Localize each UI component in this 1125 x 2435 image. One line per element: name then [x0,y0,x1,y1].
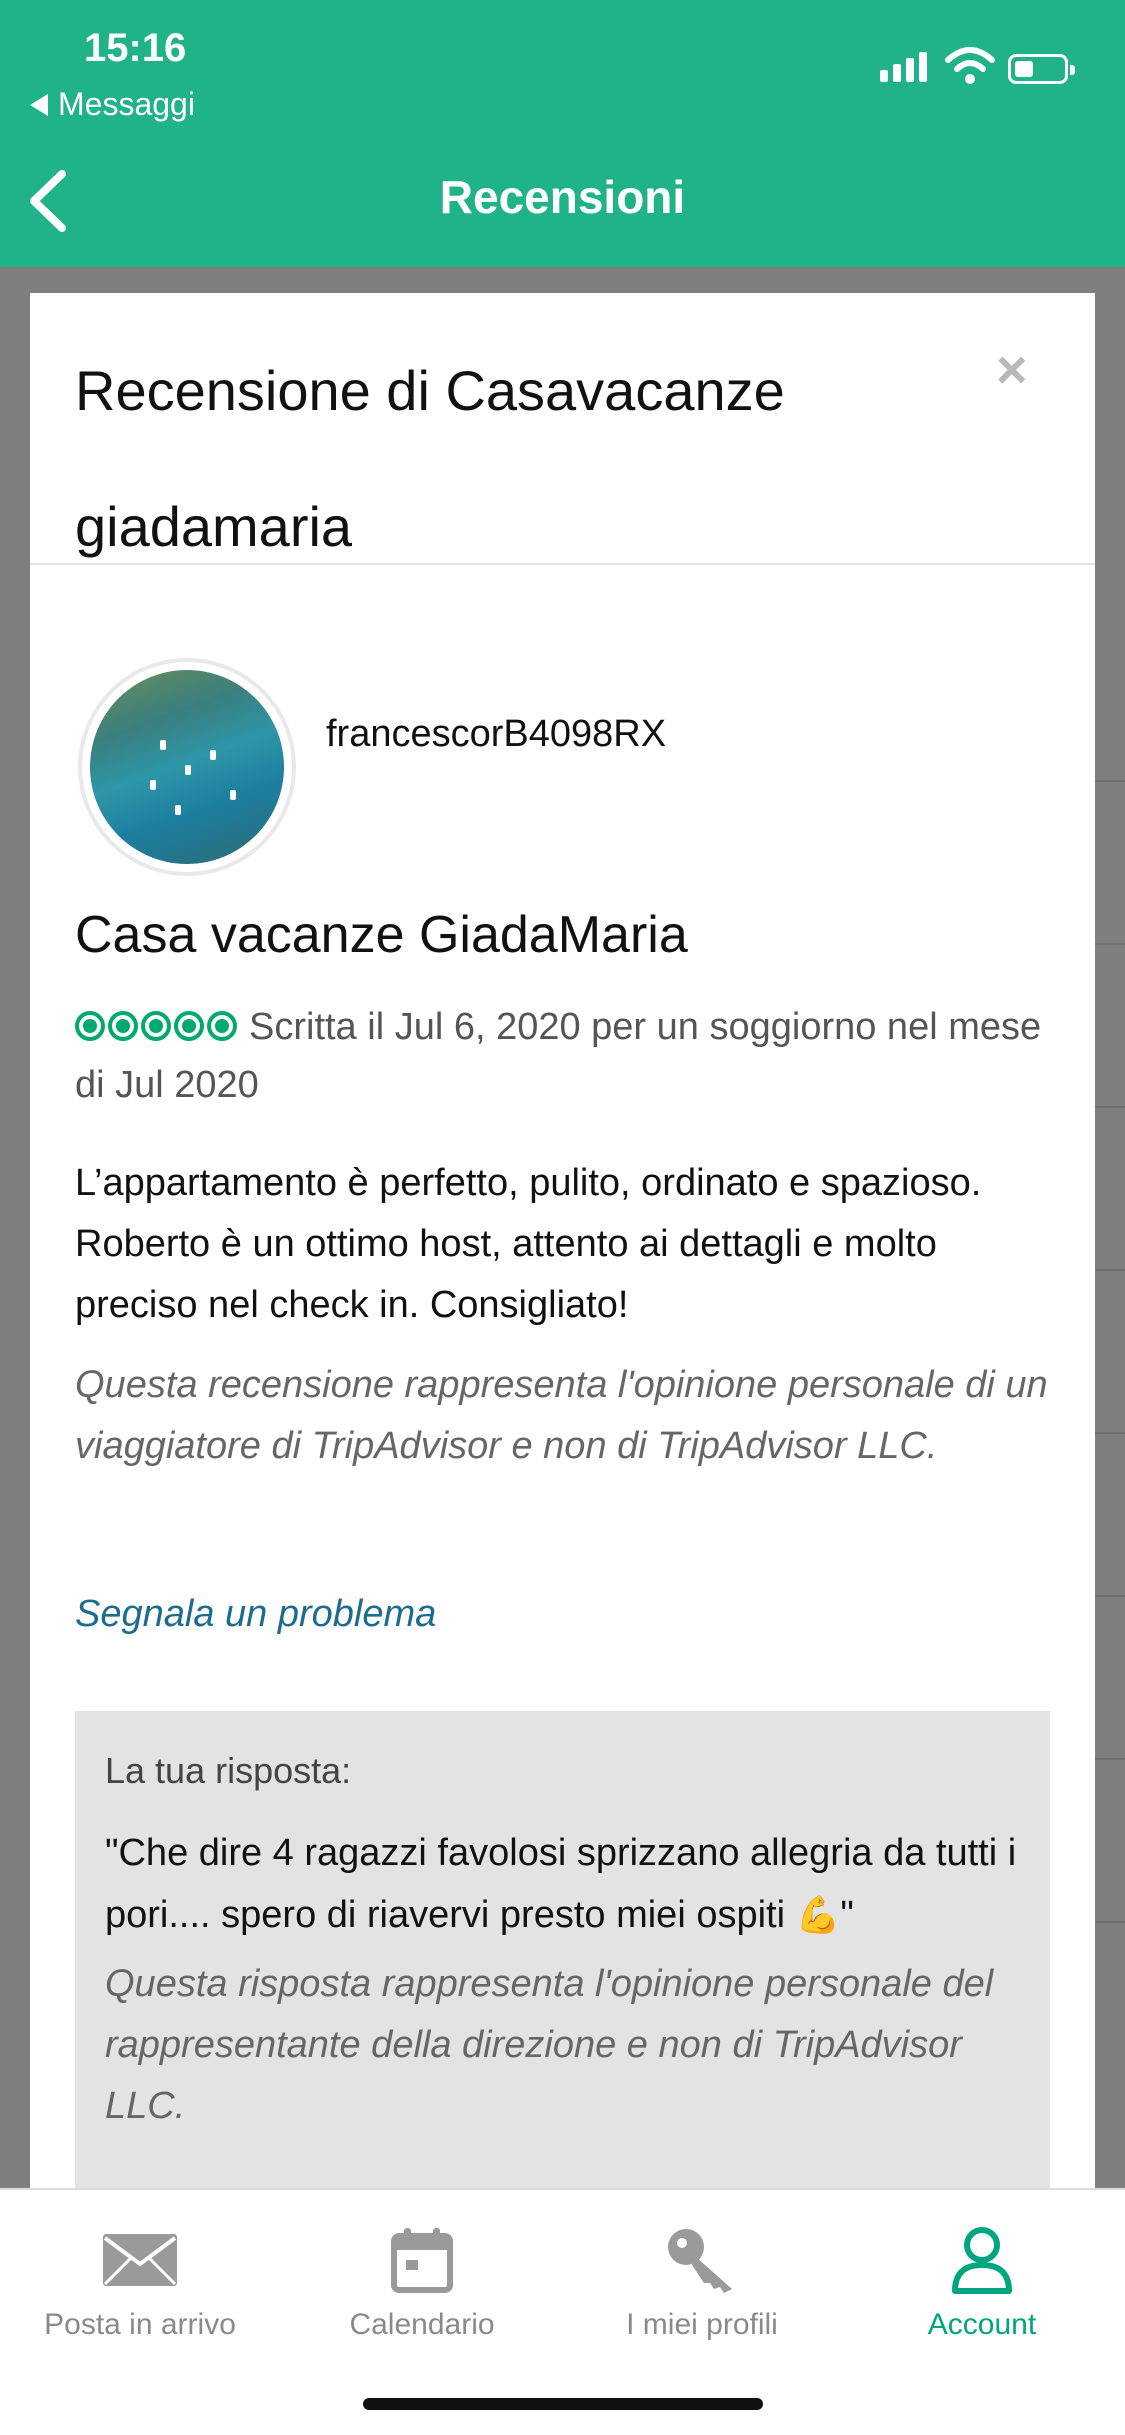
tab-account[interactable]: Account [852,2220,1112,2342]
background-row [1095,943,1125,1106]
owner-response: La tua risposta: "Che dire 4 ragazzi fav… [75,1711,1050,2193]
response-disclaimer: Questa risposta rappresenta l'opinione p… [105,1963,994,2127]
modal-title: Recensione di Casavacanze giadamaria [75,359,785,558]
rating-bubbles-icon [75,1010,237,1041]
response-text: "Che dire 4 ragazzi favolosi sprizzano a… [105,1823,1020,1946]
back-to-app-link[interactable]: Messaggi [30,86,195,123]
review-modal: Recensione di Casavacanze giadamaria × f… [30,293,1095,2193]
tab-label: Account [927,2308,1037,2341]
response-text-body: "Che dire 4 ragazzi favolosi sprizzano a… [105,1832,1017,1936]
review-place-title: Casa vacanze GiadaMaria [75,906,688,964]
background-row [1095,1758,1125,1921]
status-time: 15:16 [84,26,187,70]
reviewer-username[interactable]: francescorB4098RX [326,713,666,756]
response-text-close: " [840,1894,854,1936]
review-text: L’appartamento è perfetto, pulito, ordin… [75,1162,982,1326]
wifi-icon [945,47,995,84]
page-title: Recensioni [439,171,686,223]
background-row [1095,1595,1125,1758]
signal-icon [880,52,927,82]
calendar-icon [391,2228,453,2293]
tab-calendar[interactable]: Calendario [292,2220,552,2342]
divider [30,563,1095,565]
envelope-icon [103,2234,177,2286]
response-label: La tua risposta: [105,1750,352,1791]
back-app-label: Messaggi [58,86,195,122]
app-header: 15:16 Messaggi Recensioni [0,0,1125,267]
background-row [1095,1106,1125,1269]
close-button[interactable]: × [996,339,1028,401]
background-row [1095,780,1125,943]
back-triangle-icon [30,93,48,116]
battery-icon [1008,54,1075,84]
tab-inbox[interactable]: Posta in arrivo [10,2220,270,2342]
avatar [78,658,296,876]
review-disclaimer: Questa recensione rappresenta l'opinione… [75,1364,1048,1467]
tab-label: Calendario [349,2308,495,2341]
tab-label: I miei profili [626,2308,778,2341]
avatar-photo [90,670,284,864]
tab-label: Posta in arrivo [44,2308,236,2341]
background-list-peek [1095,780,1125,2084]
home-indicator[interactable] [363,2398,763,2410]
report-problem-link[interactable]: Segnala un problema [75,1593,436,1636]
rating-row: Scritta il Jul 6, 2020 per un soggiorno … [75,998,1065,1114]
background-row [1095,1921,1125,2084]
background-row [1095,1269,1125,1432]
person-icon [952,2227,1012,2294]
tab-my-profiles[interactable]: I miei profili [572,2220,832,2342]
flexed-biceps-icon: 💪 [795,1894,841,1935]
key-icon [668,2229,732,2293]
background-row [1095,1432,1125,1595]
